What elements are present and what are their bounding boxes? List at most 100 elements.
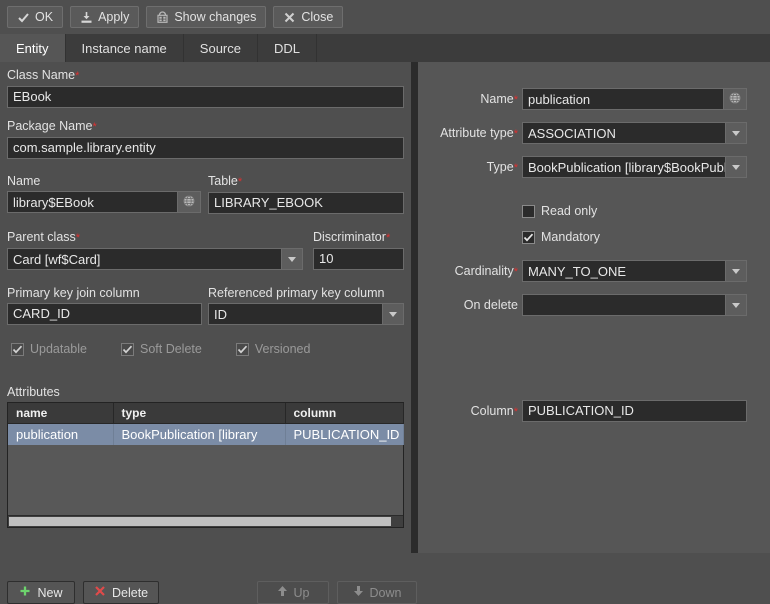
tab-ddl[interactable]: DDL xyxy=(258,34,318,62)
tab-ddl-label: DDL xyxy=(274,40,301,56)
editor-body: Class Name* EBook Package Name* com.samp… xyxy=(0,62,770,604)
attributes-table-empty-area[interactable] xyxy=(8,444,403,515)
required-marker: * xyxy=(513,162,518,174)
move-up-button[interactable]: Up xyxy=(257,581,329,604)
type-dropdown-button[interactable] xyxy=(725,157,746,177)
tab-source[interactable]: Source xyxy=(183,34,258,62)
type-label: Type* xyxy=(486,160,518,174)
column-input-wrap: PUBLICATION_ID xyxy=(522,400,747,422)
discriminator-label: Discriminator* xyxy=(313,230,391,244)
chevron-down-icon xyxy=(389,311,397,317)
checkbox-versioned[interactable]: Versioned xyxy=(235,342,310,356)
attr-name-input-container[interactable]: publication xyxy=(522,88,747,110)
primary-key-join-column-input[interactable]: CARD_ID xyxy=(7,303,202,325)
attributes-table[interactable]: name type column publication BookPublica… xyxy=(7,402,404,528)
globe-icon-button[interactable] xyxy=(723,89,746,109)
attributes-horizontal-scrollbar[interactable] xyxy=(8,514,403,527)
referenced-primary-key-column-label: Referenced primary key column xyxy=(208,286,385,300)
type-value: BookPublication [library$BookPublic xyxy=(528,159,725,175)
primary-key-join-column-label: Primary key join column xyxy=(7,286,140,300)
column-header-column[interactable]: column xyxy=(285,403,404,424)
attribute-type-combobox[interactable]: ASSOCIATION xyxy=(522,122,747,144)
class-name-label: Class Name* xyxy=(7,68,80,82)
package-name-input[interactable]: com.sample.library.entity xyxy=(7,137,404,159)
discriminator-field-group: Discriminator* 10 xyxy=(313,230,404,270)
tab-instance-name-label: Instance name xyxy=(81,40,167,56)
required-marker: * xyxy=(513,266,518,278)
cell-type: BookPublication [library xyxy=(113,423,286,445)
attr-name-input[interactable]: publication xyxy=(523,92,723,107)
show-changes-button[interactable]: Show changes xyxy=(146,6,267,28)
on-delete-dropdown-button[interactable] xyxy=(725,295,746,315)
referenced-primary-key-column-value: ID xyxy=(214,306,227,322)
attributes-section-label: Attributes xyxy=(7,385,60,399)
table-label: Table* xyxy=(208,174,243,188)
checkbox-read-only-label: Read only xyxy=(541,204,598,218)
arrow-up-icon xyxy=(277,585,288,600)
close-button-label: Close xyxy=(301,10,334,24)
globe-icon-button[interactable] xyxy=(177,192,200,212)
panel-splitter[interactable] xyxy=(411,62,418,553)
class-name-input[interactable]: EBook xyxy=(7,86,404,108)
new-attribute-button[interactable]: New xyxy=(7,581,75,604)
delete-attribute-button[interactable]: Delete xyxy=(83,581,160,604)
cardinality-value: MANY_TO_ONE xyxy=(528,263,627,279)
column-input[interactable]: PUBLICATION_ID xyxy=(522,400,747,422)
checkbox-read-only[interactable]: Read only xyxy=(522,204,747,218)
on-delete-label: On delete xyxy=(463,298,518,312)
new-attribute-button-label: New xyxy=(37,585,63,600)
tab-instance-name[interactable]: Instance name xyxy=(65,34,184,62)
required-marker: * xyxy=(513,94,518,106)
tab-entity-label: Entity xyxy=(16,40,49,56)
table-row[interactable]: publication BookPublication [library PUB… xyxy=(8,423,404,445)
on-delete-combobox[interactable] xyxy=(522,294,747,316)
cardinality-field-group: Cardinality* MANY_TO_ONE xyxy=(418,260,770,282)
required-marker: * xyxy=(75,70,80,82)
entity-name-input-wrap[interactable]: library$EBook xyxy=(7,191,201,213)
checkbox-updatable[interactable]: Updatable xyxy=(11,342,87,356)
checkbox-mandatory[interactable]: Mandatory xyxy=(522,230,747,244)
column-header-type[interactable]: type xyxy=(113,403,286,424)
cell-column: PUBLICATION_ID xyxy=(285,423,404,445)
attributes-action-buttons-right: Up Down xyxy=(257,581,417,604)
attributes-grid: name type column publication BookPublica… xyxy=(8,403,404,445)
chevron-down-icon xyxy=(288,256,296,262)
parent-class-dropdown-button[interactable] xyxy=(281,249,302,269)
save-download-icon xyxy=(80,11,93,24)
discriminator-input[interactable]: 10 xyxy=(313,248,404,270)
tab-source-label: Source xyxy=(199,40,241,56)
type-combobox-wrap: BookPublication [library$BookPublic xyxy=(522,156,747,178)
scrollbar-thumb[interactable] xyxy=(9,516,391,526)
cardinality-combobox[interactable]: MANY_TO_ONE xyxy=(522,260,747,282)
ok-button[interactable]: OK xyxy=(7,6,64,28)
table-field-group: Table* LIBRARY_EBOOK xyxy=(208,174,404,214)
required-marker: * xyxy=(92,121,97,133)
cardinality-dropdown-button[interactable] xyxy=(725,261,746,281)
chevron-down-icon xyxy=(732,130,740,136)
close-button[interactable]: Close xyxy=(273,6,344,28)
dialog-toolbar: OK Apply Show changes Close xyxy=(0,0,770,34)
globe-icon xyxy=(729,92,741,107)
column-field-group: Column* PUBLICATION_ID xyxy=(418,400,770,422)
apply-button[interactable]: Apply xyxy=(70,6,140,28)
column-header-name[interactable]: name xyxy=(8,403,114,424)
arrow-down-icon xyxy=(353,585,364,600)
referenced-primary-key-column-dropdown-button[interactable] xyxy=(382,304,403,324)
type-combobox[interactable]: BookPublication [library$BookPublic xyxy=(522,156,747,178)
entity-form-panel: Class Name* EBook Package Name* com.samp… xyxy=(0,62,417,604)
mandatory-row: Mandatory xyxy=(418,230,770,244)
entity-name-input[interactable]: library$EBook xyxy=(8,195,177,210)
move-down-button[interactable]: Down xyxy=(337,581,417,604)
table-input[interactable]: LIBRARY_EBOOK xyxy=(208,192,404,214)
chevron-down-icon xyxy=(732,302,740,308)
tab-entity[interactable]: Entity xyxy=(0,34,66,62)
attribute-type-dropdown-button[interactable] xyxy=(725,123,746,143)
cardinality-combobox-wrap: MANY_TO_ONE xyxy=(522,260,747,282)
required-marker: * xyxy=(237,176,243,188)
referenced-primary-key-column-combobox[interactable]: ID xyxy=(208,303,404,325)
checkbox-soft-delete[interactable]: Soft Delete xyxy=(121,342,202,356)
parent-class-combobox[interactable]: Card [wf$Card] xyxy=(7,248,303,270)
ok-button-label: OK xyxy=(35,10,54,24)
required-marker: * xyxy=(513,406,518,418)
close-x-icon xyxy=(283,11,296,24)
